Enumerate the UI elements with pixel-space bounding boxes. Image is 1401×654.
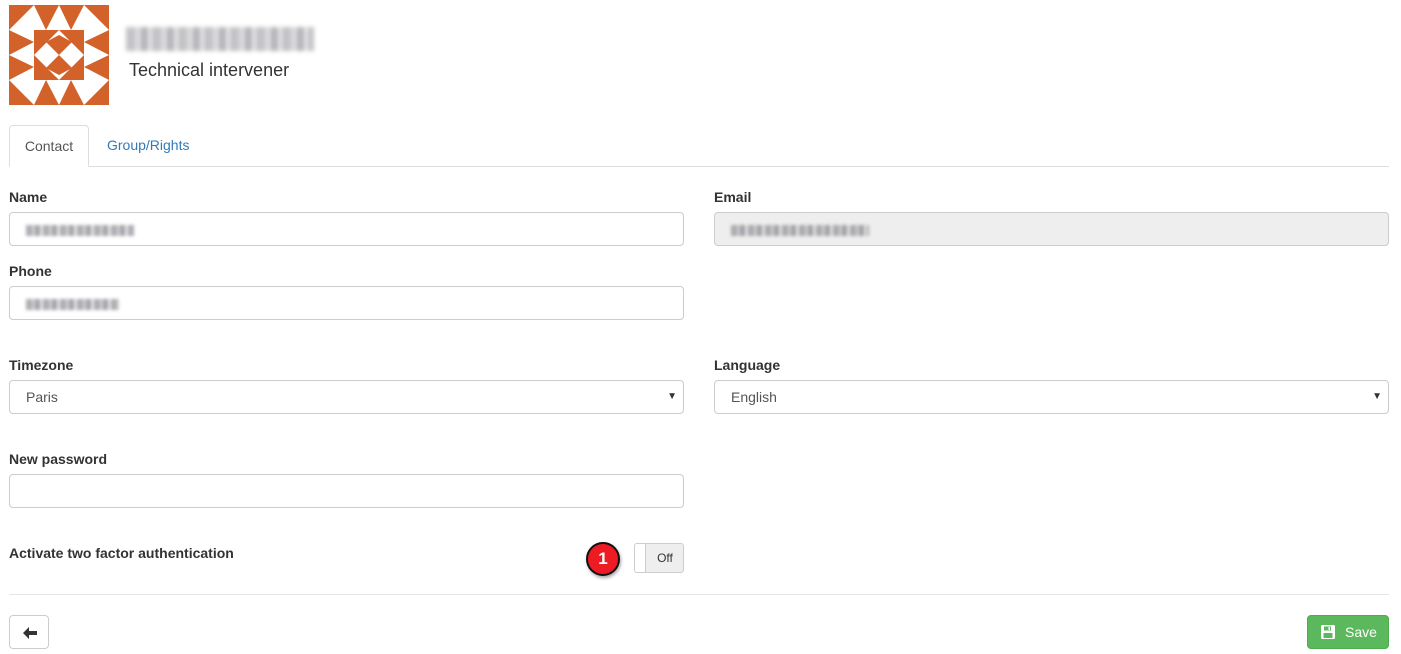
two-factor-toggle[interactable]: Off [634, 543, 684, 573]
divider [9, 594, 1389, 595]
save-label: Save [1345, 624, 1377, 640]
save-button[interactable]: Save [1307, 615, 1389, 649]
email-label: Email [714, 189, 752, 205]
name-input[interactable] [9, 212, 684, 246]
email-input[interactable] [714, 212, 1389, 246]
name-value-redacted [26, 224, 134, 236]
tab-contact[interactable]: Contact [9, 125, 89, 167]
caret-down-icon: ▼ [1372, 391, 1382, 402]
phone-input[interactable] [9, 286, 684, 320]
two-factor-label: Activate two factor authentication [9, 545, 234, 561]
arrow-left-icon [23, 627, 37, 639]
user-avatar [9, 5, 109, 105]
caret-down-icon: ▼ [667, 391, 677, 402]
user-name-redacted [126, 27, 314, 51]
name-label: Name [9, 189, 48, 205]
tab-group-rights[interactable]: Group/Rights [107, 125, 189, 166]
new-password-label: New password [9, 451, 108, 467]
phone-label: Phone [9, 263, 52, 279]
user-role: Technical intervener [129, 60, 290, 80]
email-value-redacted [731, 224, 869, 236]
language-value: English [731, 389, 777, 405]
language-select[interactable]: English ▼ [714, 380, 1389, 414]
callout-marker: 1 [586, 542, 620, 576]
language-label: Language [714, 357, 781, 373]
back-button[interactable] [9, 615, 49, 649]
toggle-knob [635, 544, 646, 572]
new-password-input[interactable] [9, 474, 684, 508]
phone-value-redacted [26, 298, 119, 310]
toggle-state: Off [657, 551, 673, 565]
timezone-label: Timezone [9, 357, 74, 373]
timezone-value: Paris [26, 389, 58, 405]
timezone-select[interactable]: Paris ▼ [9, 380, 684, 414]
tab-bar: Contact Group/Rights [9, 125, 1389, 167]
floppy-disk-icon [1321, 625, 1335, 639]
